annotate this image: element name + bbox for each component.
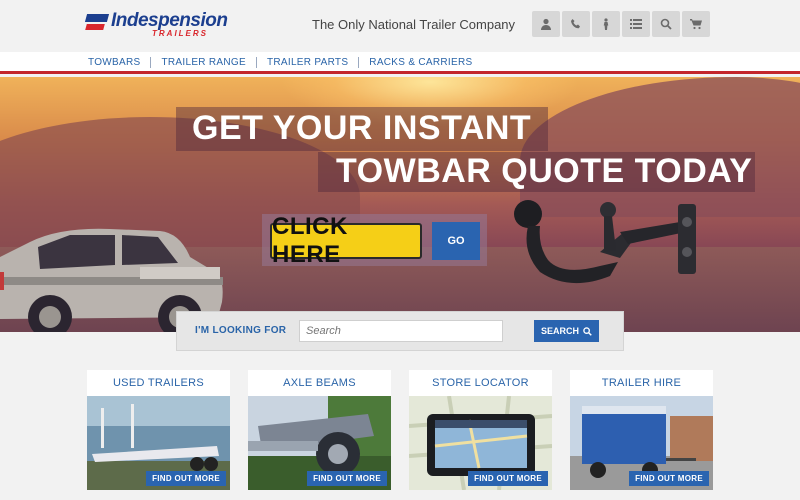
hero-headline-line1: GET YOUR INSTANT <box>192 109 532 147</box>
find-out-more-button[interactable]: FIND OUT MORE <box>629 471 709 486</box>
main-nav: TOWBARS TRAILER RANGE TRAILER PARTS RACK… <box>0 52 800 74</box>
card-title[interactable]: TRAILER HIRE <box>570 377 713 389</box>
towbar-image <box>514 200 696 284</box>
logo-subtext: TRAILERS <box>152 29 208 38</box>
hero-headline-line2: TOWBAR QUOTE TODAY <box>336 152 753 190</box>
list-icon[interactable] <box>622 11 650 37</box>
card-title[interactable]: AXLE BEAMS <box>248 377 391 389</box>
card-trailer-hire[interactable]: TRAILER HIRE FIND OUT MORE <box>570 370 713 490</box>
go-button[interactable]: GO <box>432 222 480 260</box>
search-button-label: SEARCH <box>540 326 579 336</box>
search-bar: I'M LOOKING FOR SEARCH <box>176 311 624 351</box>
nav-divider <box>255 57 257 68</box>
hero-banner: GET YOUR INSTANT TOWBAR QUOTE TODAY CLIC… <box>0 77 800 332</box>
card-axle-beams[interactable]: AXLE BEAMS FIND OUT MORE <box>248 370 391 490</box>
click-here-button[interactable]: CLICK HERE <box>270 213 422 268</box>
header-icon-bar <box>532 11 710 37</box>
card-store-locator[interactable]: STORE LOCATOR FIND OUT MORE <box>409 370 552 490</box>
nav-item-trailer-range[interactable]: TRAILER RANGE <box>161 57 245 68</box>
user-icon[interactable] <box>532 11 560 37</box>
find-out-more-button[interactable]: FIND OUT MORE <box>146 471 226 486</box>
person-icon[interactable] <box>592 11 620 37</box>
logo-mark-icon <box>84 14 110 36</box>
search-button[interactable]: SEARCH <box>534 320 599 342</box>
tagline: The Only National Trailer Company <box>312 17 516 32</box>
brand-logo[interactable]: Indespension TRAILERS <box>84 10 228 40</box>
nav-divider <box>150 57 152 68</box>
cart-icon[interactable] <box>682 11 710 37</box>
site-header: Indespension TRAILERS The Only National … <box>0 0 800 50</box>
nav-item-towbars[interactable]: TOWBARS <box>88 57 140 68</box>
search-input[interactable] <box>299 320 503 342</box>
phone-icon[interactable] <box>562 11 590 37</box>
card-title[interactable]: USED TRAILERS <box>87 377 230 389</box>
nav-divider <box>358 57 360 68</box>
find-out-more-button[interactable]: FIND OUT MORE <box>307 471 387 486</box>
card-title[interactable]: STORE LOCATOR <box>409 377 552 389</box>
nav-item-trailer-parts[interactable]: TRAILER PARTS <box>267 57 348 68</box>
card-used-trailers[interactable]: USED TRAILERS FIND OUT MORE <box>87 370 230 490</box>
search-icon[interactable] <box>652 11 680 37</box>
nav-item-racks-carriers[interactable]: RACKS & CARRIERS <box>369 57 472 68</box>
magnifier-icon <box>583 326 592 336</box>
search-label: I'M LOOKING FOR <box>195 325 287 336</box>
find-out-more-button[interactable]: FIND OUT MORE <box>468 471 548 486</box>
